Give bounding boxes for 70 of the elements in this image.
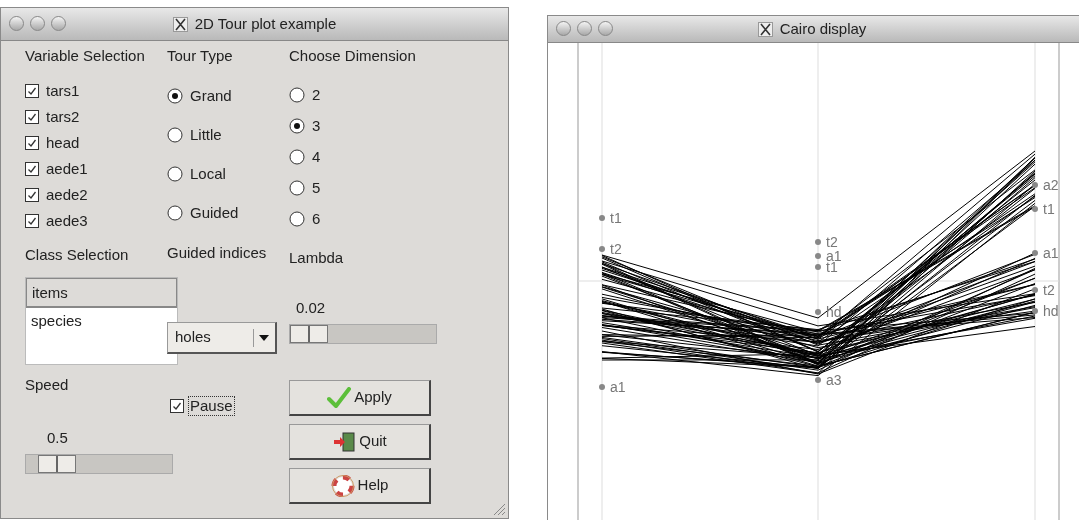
radio-label: Grand	[190, 85, 232, 106]
axis-label: hd	[826, 304, 842, 320]
checkbox-label: head	[46, 134, 80, 151]
resize-grip-icon[interactable]	[492, 502, 506, 516]
checkbox[interactable]	[25, 213, 39, 228]
axis-label: t1	[1043, 201, 1055, 217]
radio-label: 2	[312, 84, 321, 105]
lifebuoy-icon	[330, 474, 355, 497]
radio-label: Local	[190, 163, 226, 184]
window-title: 2D Tour plot example	[194, 13, 337, 34]
push-button[interactable]: Apply	[289, 380, 431, 416]
section-label: Tour Type	[167, 48, 234, 64]
section-label: Lambda	[289, 250, 345, 266]
push-button[interactable]: Help	[289, 468, 431, 504]
radio-button[interactable]	[289, 180, 305, 196]
checkbox-label: aede2	[46, 186, 88, 203]
radio-button[interactable]	[289, 211, 305, 227]
axis-label: a2	[1043, 177, 1059, 193]
axis-label: t2	[610, 241, 622, 257]
radio-label: 5	[312, 177, 321, 198]
axis-label: a1	[826, 248, 842, 264]
axis-label: t2	[1043, 282, 1055, 298]
radio-label: 3	[312, 115, 321, 136]
radio-label: Little	[190, 124, 222, 145]
checkbox-label: tars1	[46, 82, 80, 99]
checkbox-label: aede1	[46, 160, 88, 177]
checkbox-label: aede3	[46, 212, 88, 229]
axis-label: hd	[1043, 303, 1059, 319]
axis-label: a1	[610, 379, 626, 395]
section-label: Variable Selection	[25, 48, 146, 64]
checkbox[interactable]	[25, 161, 39, 176]
radio-label: 4	[312, 146, 321, 167]
x-icon	[757, 21, 773, 37]
radio-button[interactable]	[167, 205, 183, 221]
radio-button[interactable]	[289, 87, 305, 103]
axis-label: t2	[826, 234, 838, 250]
section-label: Choose Dimension	[289, 48, 417, 64]
section-label: Class Selection	[25, 247, 130, 263]
slider-value: 0.5	[47, 430, 69, 446]
checkbox[interactable]	[170, 399, 184, 413]
radio-button[interactable]	[167, 88, 183, 104]
radio-button[interactable]	[167, 166, 183, 182]
check-icon	[327, 386, 352, 409]
radio-button[interactable]	[289, 149, 305, 165]
column-header[interactable]: items	[26, 278, 177, 308]
x-icon	[172, 16, 188, 32]
section-label: Speed	[25, 377, 70, 393]
radio-button[interactable]	[167, 127, 183, 143]
section-label: Guided indices	[167, 245, 268, 261]
checkbox[interactable]	[25, 83, 39, 98]
exit-door-icon	[332, 430, 357, 453]
radio-label: Guided	[190, 202, 239, 223]
checkbox[interactable]	[25, 187, 39, 202]
slider-thumb[interactable]	[290, 325, 328, 343]
slider-value: 0.02	[296, 300, 327, 316]
checkbox-label: Pause	[188, 396, 235, 416]
checkbox-label: tars2	[46, 108, 80, 125]
dropdown-value: holes	[175, 327, 212, 348]
dropdown[interactable]: holes	[167, 322, 277, 354]
window-title: Cairo display	[779, 18, 867, 39]
radio-label: 6	[312, 208, 321, 229]
caret-icon	[259, 334, 269, 341]
axis-label: a1	[1043, 245, 1059, 261]
checkbox[interactable]	[25, 109, 39, 124]
axis-label: t1	[610, 210, 622, 226]
slider-thumb[interactable]	[37, 455, 76, 473]
radio-button[interactable]	[289, 118, 305, 134]
axis-label: a3	[826, 372, 842, 388]
checkbox[interactable]	[25, 135, 39, 150]
push-button[interactable]: Quit	[289, 424, 431, 460]
